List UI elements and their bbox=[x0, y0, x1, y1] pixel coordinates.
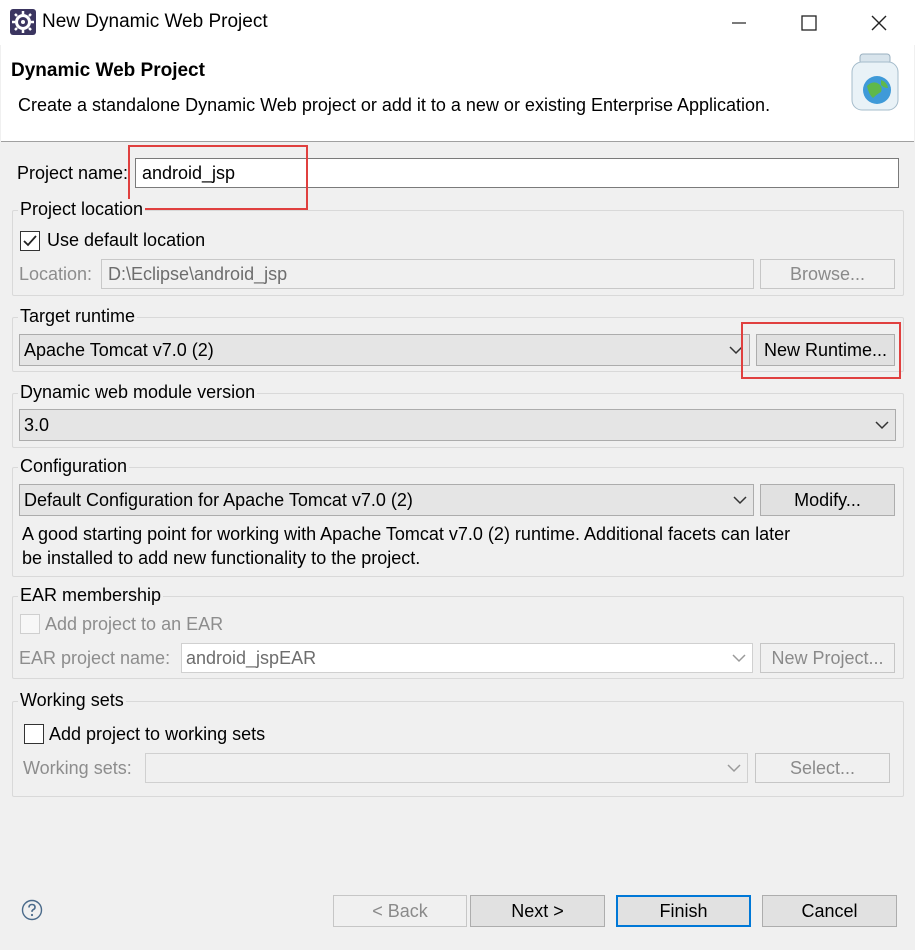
target-runtime-group-label: Target runtime bbox=[18, 306, 138, 327]
add-to-ear-checkbox[interactable] bbox=[20, 614, 40, 634]
ear-project-name-select[interactable]: android_jspEAR bbox=[181, 643, 753, 673]
working-sets-label: Working sets: bbox=[23, 758, 132, 778]
ear-membership-group-label: EAR membership bbox=[18, 585, 164, 606]
web-module-version-value: 3.0 bbox=[24, 414, 50, 435]
chevron-down-icon bbox=[727, 764, 741, 773]
working-sets-group-label: Working sets bbox=[18, 690, 126, 711]
location-label: Location: bbox=[19, 264, 93, 284]
configuration-description-line2: be installed to add new functionality to… bbox=[22, 548, 421, 568]
location-input[interactable]: D:\Eclipse\android_jsp bbox=[101, 259, 754, 289]
annotation-highlight-new-runtime bbox=[741, 322, 901, 379]
project-location-group-label: Project location bbox=[18, 199, 146, 220]
new-ear-project-button[interactable]: New Project... bbox=[760, 643, 895, 673]
working-sets-select[interactable] bbox=[145, 753, 748, 783]
add-to-working-sets-label: Add project to working sets bbox=[49, 724, 266, 744]
use-default-location-label: Use default location bbox=[47, 230, 206, 250]
next-button[interactable]: Next > bbox=[470, 895, 605, 927]
modify-button[interactable]: Modify... bbox=[760, 484, 895, 516]
minimize-button[interactable] bbox=[710, 0, 768, 45]
chevron-down-icon bbox=[732, 654, 746, 663]
page-title: Dynamic Web Project bbox=[11, 60, 205, 81]
window-title: New Dynamic Web Project bbox=[42, 11, 268, 32]
annotation-highlight-project-name bbox=[128, 145, 308, 210]
add-to-working-sets-checkbox[interactable] bbox=[24, 724, 44, 744]
configuration-value: Default Configuration for Apache Tomcat … bbox=[24, 489, 413, 510]
minimize-icon bbox=[732, 21, 746, 24]
target-runtime-select[interactable]: Apache Tomcat v7.0 (2) bbox=[19, 334, 750, 366]
chevron-down-icon bbox=[875, 421, 889, 430]
back-button[interactable]: < Back bbox=[333, 895, 467, 927]
eclipse-app-icon bbox=[10, 9, 36, 35]
finish-button[interactable]: Finish bbox=[616, 895, 751, 927]
maximize-button[interactable] bbox=[780, 0, 838, 45]
close-button[interactable] bbox=[850, 0, 908, 45]
configuration-select[interactable]: Default Configuration for Apache Tomcat … bbox=[19, 484, 754, 516]
ear-project-name-label: EAR project name: bbox=[19, 648, 171, 668]
maximize-icon bbox=[801, 14, 817, 31]
help-icon[interactable] bbox=[21, 899, 43, 921]
checkmark-icon bbox=[23, 235, 37, 247]
browse-button[interactable]: Browse... bbox=[760, 259, 895, 289]
cancel-button[interactable]: Cancel bbox=[762, 895, 897, 927]
project-name-label: Project name: bbox=[17, 163, 129, 183]
configuration-group-label: Configuration bbox=[18, 456, 130, 477]
page-description: Create a standalone Dynamic Web project … bbox=[18, 95, 771, 115]
close-icon bbox=[871, 15, 887, 30]
web-project-jar-icon bbox=[851, 53, 899, 111]
web-module-version-group-label: Dynamic web module version bbox=[18, 382, 258, 403]
add-to-ear-label: Add project to an EAR bbox=[45, 614, 224, 634]
web-module-version-select[interactable]: 3.0 bbox=[19, 409, 896, 441]
target-runtime-value: Apache Tomcat v7.0 (2) bbox=[24, 339, 214, 360]
configuration-description-line1: A good starting point for working with A… bbox=[22, 524, 791, 544]
chevron-down-icon bbox=[733, 496, 747, 505]
ear-project-name-value: android_jspEAR bbox=[186, 647, 317, 668]
select-working-sets-button[interactable]: Select... bbox=[755, 753, 890, 783]
use-default-location-checkbox[interactable] bbox=[20, 231, 40, 251]
